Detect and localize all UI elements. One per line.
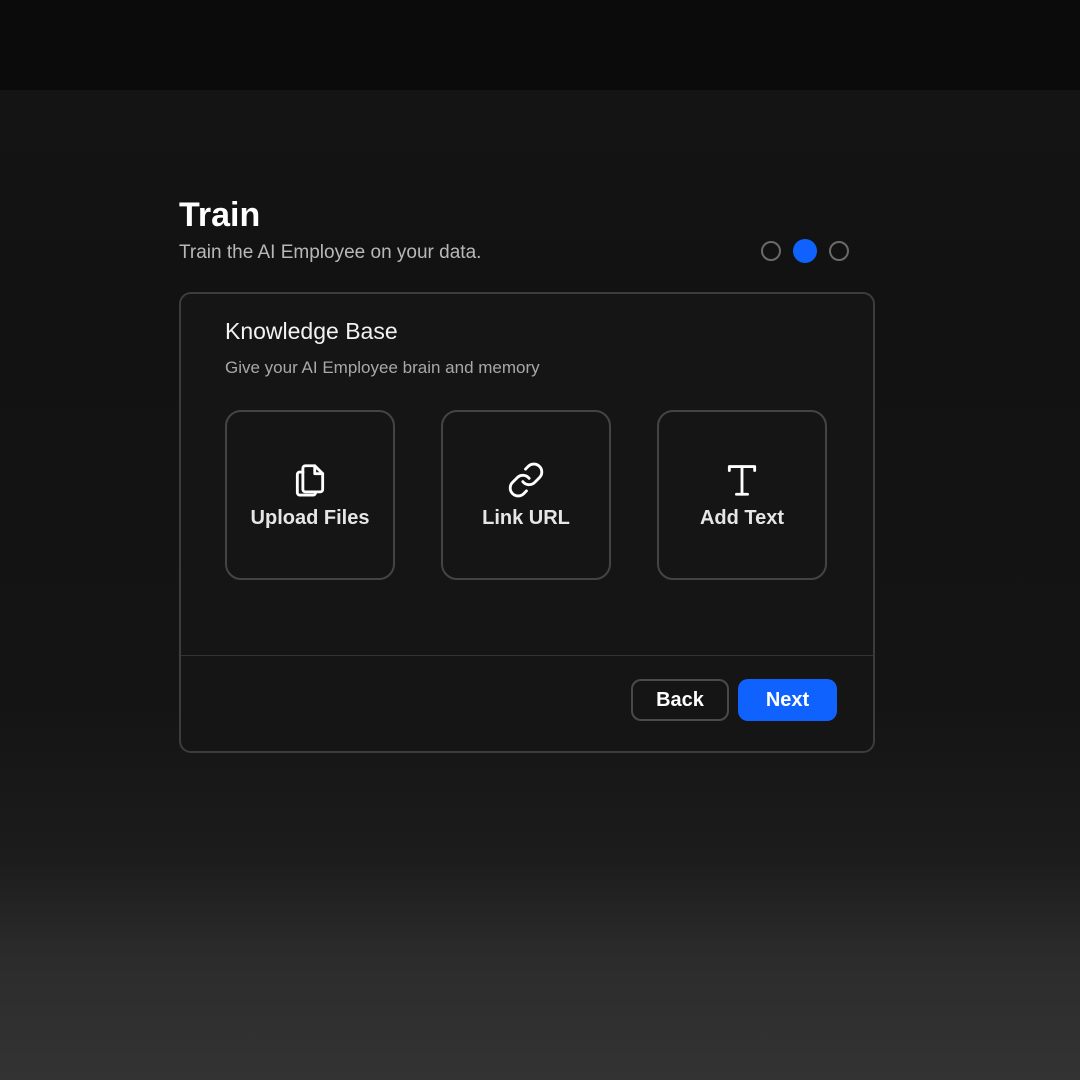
page-title: Train <box>179 196 261 234</box>
add-text-label: Add Text <box>699 506 785 529</box>
files-icon <box>295 463 325 496</box>
next-button[interactable]: Next <box>738 679 837 721</box>
step-dot-3 <box>829 241 849 261</box>
step-dot-1 <box>761 241 781 261</box>
upload-files-button[interactable]: Upload Files <box>225 410 395 580</box>
card-title: Knowledge Base <box>225 318 398 344</box>
add-text-button[interactable]: Add Text <box>657 410 827 580</box>
link-icon <box>508 462 544 497</box>
link-url-button[interactable]: Link URL <box>441 410 611 580</box>
knowledge-base-card: Knowledge Base Give your AI Employee bra… <box>179 292 875 753</box>
step-indicator <box>761 239 849 263</box>
back-button[interactable]: Back <box>631 679 729 721</box>
card-subtitle: Give your AI Employee brain and memory <box>225 358 540 377</box>
upload-files-label: Upload Files <box>250 506 370 529</box>
card-divider <box>181 655 873 656</box>
step-dot-2-active <box>793 239 817 263</box>
source-options: Upload Files Link URL Add Text <box>225 410 827 580</box>
text-icon <box>727 464 757 496</box>
link-url-label: Link URL <box>482 506 570 529</box>
